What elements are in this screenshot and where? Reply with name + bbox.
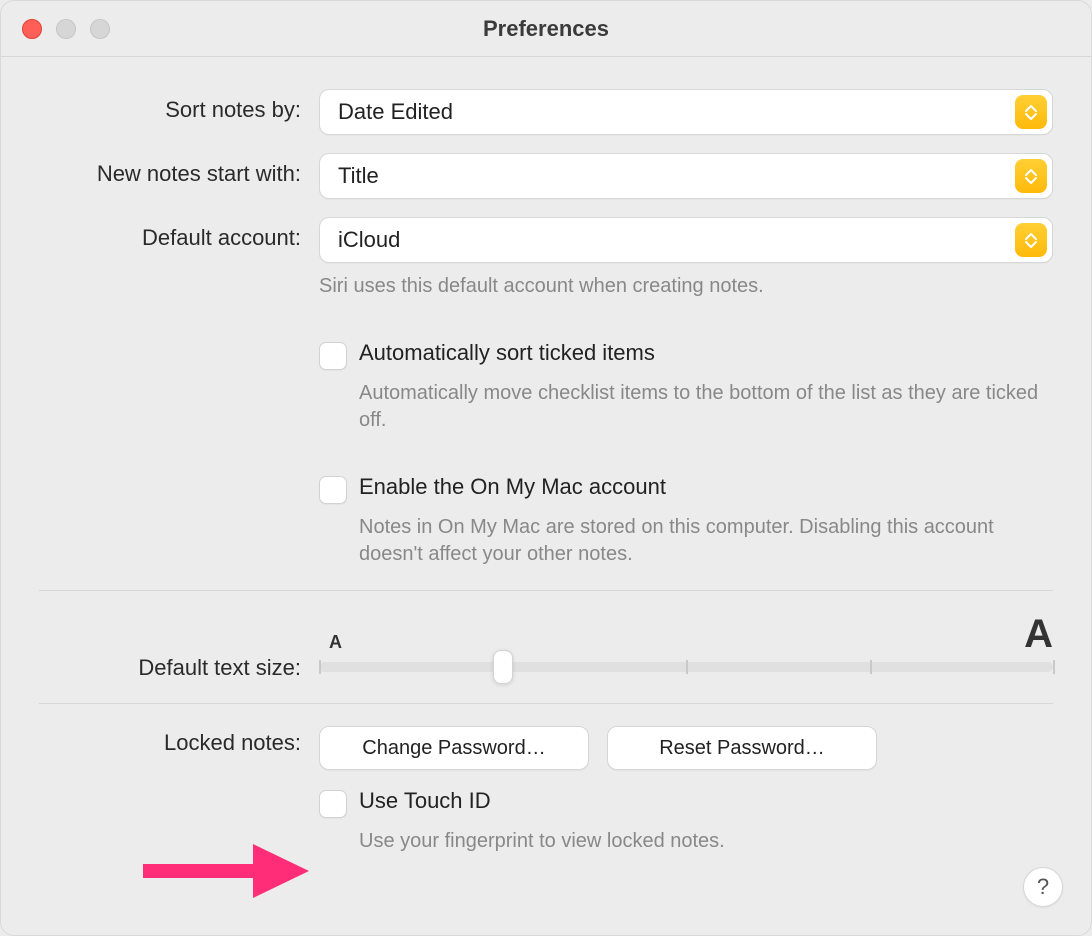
sort-notes-label: Sort notes by:	[39, 89, 319, 123]
up-down-chevrons-icon	[1015, 159, 1047, 193]
locked-notes-row: Locked notes: Change Password… Reset Pas…	[39, 726, 1053, 770]
up-down-chevrons-icon	[1015, 95, 1047, 129]
sort-notes-row: Sort notes by: Date Edited	[39, 89, 1053, 135]
minimize-window-button[interactable]	[56, 19, 76, 39]
sort-notes-value: Date Edited	[338, 99, 453, 125]
new-notes-popup[interactable]: Title	[319, 153, 1053, 199]
default-account-row: Default account: iCloud Siri uses this d…	[39, 217, 1053, 300]
on-my-mac-row: Enable the On My Mac account Notes in On…	[39, 474, 1053, 568]
on-my-mac-label: Enable the On My Mac account	[359, 474, 666, 500]
new-notes-value: Title	[338, 163, 379, 189]
reset-password-button[interactable]: Reset Password…	[607, 726, 877, 770]
touch-id-label: Use Touch ID	[359, 788, 491, 814]
text-size-slider[interactable]: A A	[319, 622, 1053, 672]
text-size-row: Default text size: A A	[39, 613, 1053, 681]
preferences-content: Sort notes by: Date Edited New notes sta…	[1, 57, 1091, 893]
slider-knob[interactable]	[493, 650, 513, 684]
auto-sort-label: Automatically sort ticked items	[359, 340, 655, 366]
preferences-window: Preferences Sort notes by: Date Edited N…	[0, 0, 1092, 936]
close-window-button[interactable]	[22, 19, 42, 39]
slider-track	[319, 662, 1053, 672]
default-account-popup[interactable]: iCloud	[319, 217, 1053, 263]
auto-sort-checkbox[interactable]	[319, 342, 347, 370]
new-notes-label: New notes start with:	[39, 153, 319, 187]
help-button[interactable]: ?	[1023, 867, 1063, 907]
locked-notes-label: Locked notes:	[39, 726, 319, 756]
auto-sort-row: Automatically sort ticked items Automati…	[39, 340, 1053, 434]
divider	[39, 703, 1053, 704]
on-my-mac-help: Notes in On My Mac are stored on this co…	[359, 514, 1053, 568]
touch-id-help: Use your fingerprint to view locked note…	[359, 828, 1053, 855]
default-account-value: iCloud	[338, 227, 400, 253]
touch-id-checkbox[interactable]	[319, 790, 347, 818]
auto-sort-help: Automatically move checklist items to th…	[359, 380, 1053, 434]
small-a-icon: A	[329, 632, 342, 653]
touch-id-row: Use Touch ID Use your fingerprint to vie…	[39, 788, 1053, 855]
default-account-label: Default account:	[39, 217, 319, 251]
large-a-icon: A	[1024, 612, 1053, 657]
window-title: Preferences	[1, 16, 1091, 42]
default-account-help: Siri uses this default account when crea…	[319, 273, 1053, 300]
change-password-button[interactable]: Change Password…	[319, 726, 589, 770]
divider	[39, 590, 1053, 591]
sort-notes-popup[interactable]: Date Edited	[319, 89, 1053, 135]
up-down-chevrons-icon	[1015, 223, 1047, 257]
change-password-label: Change Password…	[362, 737, 545, 760]
text-size-label: Default text size:	[39, 613, 319, 681]
titlebar: Preferences	[1, 1, 1091, 57]
on-my-mac-checkbox[interactable]	[319, 476, 347, 504]
reset-password-label: Reset Password…	[659, 737, 825, 760]
zoom-window-button[interactable]	[90, 19, 110, 39]
new-notes-row: New notes start with: Title	[39, 153, 1053, 199]
window-controls	[22, 19, 110, 39]
question-mark-icon: ?	[1037, 874, 1049, 900]
